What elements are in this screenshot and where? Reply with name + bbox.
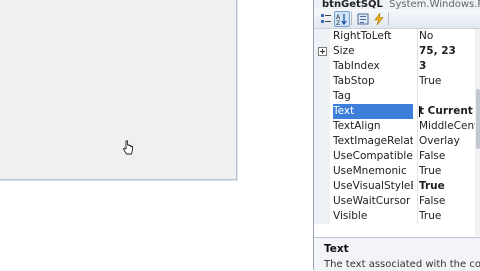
categorized-button[interactable] (318, 11, 334, 27)
property-name: UseVisualStyleB (333, 180, 413, 192)
scrollbar-thumb[interactable] (476, 89, 480, 149)
description-text: The text associated with the co (324, 259, 480, 270)
property-grid: RightToLeft No Size 75, 23 TabIndex 3 Ta… (314, 29, 480, 236)
events-icon (374, 13, 384, 25)
property-name: TextImageRelat (333, 135, 413, 147)
property-value[interactable]: 75, 23 (417, 44, 480, 59)
property-value[interactable]: No (417, 29, 480, 44)
property-value[interactable]: MiddleCente (417, 119, 480, 134)
property-row-visible[interactable]: Visible True (314, 209, 480, 224)
property-value[interactable]: True (417, 209, 480, 224)
alphabetical-button[interactable]: A Z (334, 11, 350, 27)
form-design-surface[interactable] (0, 0, 237, 180)
property-value[interactable]: Overlay (417, 134, 480, 149)
property-name: TextAlign (333, 120, 381, 132)
property-name: RightToLeft (333, 30, 392, 42)
mouse-pointer-icon (123, 140, 133, 155)
property-name: Tag (333, 90, 351, 102)
property-name: Size (333, 45, 355, 57)
properties-icon (357, 13, 369, 25)
property-value[interactable] (417, 89, 480, 104)
properties-window: btnGetSQL System.Windows.Fo A Z RightToL… (313, 0, 480, 271)
object-type: System.Windows.Fo (389, 0, 480, 9)
properties-toolbar: A Z (314, 9, 480, 29)
object-name: btnGetSQL (322, 0, 383, 9)
grid-scrollbar[interactable] (475, 29, 480, 236)
property-row-tabstop[interactable]: TabStop True (314, 74, 480, 89)
property-name: Visible (333, 210, 368, 222)
property-row-size[interactable]: Size 75, 23 (314, 44, 480, 59)
property-name: TabIndex (333, 60, 380, 72)
property-value[interactable]: True (417, 164, 480, 179)
property-value-editor[interactable]: t Current SQ (417, 104, 480, 119)
property-value[interactable]: False (417, 194, 480, 209)
property-value[interactable]: 3 (417, 59, 480, 74)
object-selector[interactable]: btnGetSQL System.Windows.Fo (314, 0, 480, 9)
property-name: UseWaitCursor (333, 195, 411, 207)
property-row-righttoleft[interactable]: RightToLeft No (314, 29, 480, 44)
property-row-textalign[interactable]: TextAlign MiddleCente (314, 119, 480, 134)
description-title: Text (324, 243, 349, 255)
svg-text:Z: Z (336, 20, 340, 25)
designer-surface (0, 0, 313, 270)
property-value[interactable]: True (417, 179, 480, 194)
property-row-usewaitcursor[interactable]: UseWaitCursor False (314, 194, 480, 209)
property-name: Text (333, 104, 413, 119)
property-value[interactable]: True (417, 74, 480, 89)
categorized-icon (321, 14, 331, 23)
property-row-text[interactable]: Text t Current SQ (314, 104, 480, 119)
property-row-usevisualstylebackcolor[interactable]: UseVisualStyleB True (314, 179, 480, 194)
property-row-tabindex[interactable]: TabIndex 3 (314, 59, 480, 74)
properties-button[interactable] (355, 11, 371, 27)
property-row-usecompatibletextrendering[interactable]: UseCompatibleT False (314, 149, 480, 164)
property-value[interactable]: False (417, 149, 480, 164)
events-button[interactable] (371, 11, 387, 27)
expand-plus-icon[interactable] (318, 47, 327, 56)
property-name: UseMnemonic (333, 165, 407, 177)
property-row-tag[interactable]: Tag (314, 89, 480, 104)
alphabetical-icon: A Z (336, 14, 347, 25)
property-row-textimagerelation[interactable]: TextImageRelat Overlay (314, 134, 480, 149)
description-panel: Text The text associated with the co (314, 237, 480, 271)
property-name: UseCompatibleT (333, 150, 413, 162)
property-name: TabStop (333, 75, 375, 87)
property-row-usemnemonic[interactable]: UseMnemonic True (314, 164, 480, 179)
